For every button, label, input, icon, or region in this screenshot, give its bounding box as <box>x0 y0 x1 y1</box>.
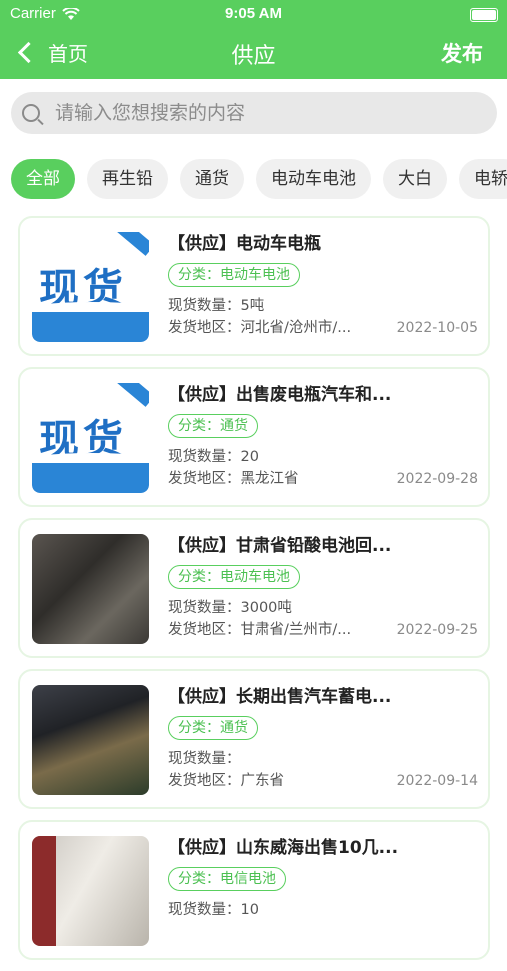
category-tag-prefix: 分类： <box>178 267 220 283</box>
category-tag: 分类：电动车电池 <box>168 263 300 287</box>
listing-info: 【供应】甘肃省铅酸电池回... 分类：电动车电池 现货数量：3000吨 发货地区… <box>168 534 478 641</box>
listing-list: 现货 【供应】电动车电瓶 分类：电动车电池 现货数量：5吨 发货地区：河北省/沧… <box>18 216 490 971</box>
region-value: 甘肃省/兰州市/... <box>240 622 352 638</box>
category-tag: 分类：电信电池 <box>168 867 286 891</box>
region-value: 河北省/沧州市/... <box>240 320 352 336</box>
quantity-value: 3000吨 <box>240 600 292 616</box>
listing-photo <box>32 836 149 946</box>
region-row: 发货地区：广东省 2022-09-14 <box>168 770 478 792</box>
listing-photo <box>32 685 149 795</box>
search-input[interactable] <box>53 101 477 125</box>
listing-title: 【供应】电动车电瓶 <box>168 234 321 254</box>
category-tag: 分类：通货 <box>168 716 258 740</box>
quantity-value: 10 <box>240 902 259 918</box>
nav-bar: 首页 供应 发布 <box>0 36 507 69</box>
page-title: 供应 <box>231 44 276 69</box>
quantity-label: 现货数量： <box>168 902 241 918</box>
region-label: 发货地区： <box>168 471 241 487</box>
region-label: 发货地区： <box>168 622 241 638</box>
quantity-row: 现货数量：20 <box>168 446 478 468</box>
listing-card[interactable]: 【供应】甘肃省铅酸电池回... 分类：电动车电池 现货数量：3000吨 发货地区… <box>18 518 490 658</box>
listing-info: 【供应】长期出售汽车蓄电... 分类：通货 现货数量： 发货地区：广东省 2022… <box>168 685 478 792</box>
clock: 9:05 AM <box>225 5 282 22</box>
battery-icon <box>470 8 498 22</box>
thumbnail-ribbon <box>113 383 149 407</box>
region-value: 黑龙江省 <box>240 471 299 487</box>
thumbnail-swoosh <box>32 463 149 493</box>
category-chip-general-goods[interactable]: 通货 <box>180 159 244 199</box>
category-tag-value: 电动车电池 <box>220 267 290 283</box>
listing-date: 2022-10-05 <box>396 320 478 336</box>
category-tag-value: 通货 <box>220 720 248 736</box>
listing-info: 【供应】山东威海出售10几... 分类：电信电池 现货数量：10 <box>168 836 478 921</box>
app-header: Carrier 9:05 AM 首页 供应 发布 <box>0 0 507 79</box>
quantity-value: 20 <box>240 449 259 465</box>
listing-thumbnail: 现货 <box>32 232 149 342</box>
category-tag-value: 通货 <box>220 418 248 434</box>
quantity-label: 现货数量： <box>168 751 241 767</box>
listing-date: 2022-09-25 <box>396 622 478 638</box>
status-bar: Carrier 9:05 AM <box>0 5 507 25</box>
search-icon <box>22 104 40 122</box>
search-bar <box>11 92 497 134</box>
region-label: 发货地区： <box>168 320 241 336</box>
quantity-row: 现货数量：5吨 <box>168 295 478 317</box>
publish-button[interactable]: 发布 <box>441 38 483 68</box>
category-chip-recycled-lead[interactable]: 再生铅 <box>87 159 168 199</box>
category-tag-prefix: 分类： <box>178 720 220 736</box>
quantity-label: 现货数量： <box>168 600 241 616</box>
quantity-row: 现货数量：3000吨 <box>168 597 478 619</box>
category-tabs: 全部 再生铅 通货 电动车电池 大白 电轿 <box>11 159 507 201</box>
category-chip-partial[interactable]: 电轿 <box>459 159 507 199</box>
region-label: 发货地区： <box>168 773 241 789</box>
category-tag: 分类：电动车电池 <box>168 565 300 589</box>
listing-info: 【供应】电动车电瓶 分类：电动车电池 现货数量：5吨 发货地区：河北省/沧州市/… <box>168 232 478 339</box>
category-chip-all[interactable]: 全部 <box>11 159 75 199</box>
region-row: 发货地区：河北省/沧州市/... 2022-10-05 <box>168 317 478 339</box>
category-tag-value: 电动车电池 <box>220 569 290 585</box>
category-tag-prefix: 分类： <box>178 569 220 585</box>
category-tag-prefix: 分类： <box>178 418 220 434</box>
category-tag: 分类：通货 <box>168 414 258 438</box>
listing-date: 2022-09-14 <box>396 773 478 789</box>
listing-card[interactable]: 现货 【供应】电动车电瓶 分类：电动车电池 现货数量：5吨 发货地区：河北省/沧… <box>18 216 490 356</box>
listing-thumbnail: 现货 <box>32 383 149 493</box>
listing-card[interactable]: 【供应】长期出售汽车蓄电... 分类：通货 现货数量： 发货地区：广东省 2022… <box>18 669 490 809</box>
quantity-label: 现货数量： <box>168 449 241 465</box>
thumbnail-ribbon <box>113 232 149 256</box>
category-tag-prefix: 分类： <box>178 871 220 887</box>
listing-title: 【供应】出售废电瓶汽车和... <box>168 385 392 405</box>
quantity-row: 现货数量： <box>168 748 478 770</box>
photo-band <box>32 836 56 946</box>
quantity-row: 现货数量：10 <box>168 899 478 921</box>
category-chip-dabai[interactable]: 大白 <box>383 159 447 199</box>
region-row: 发货地区：甘肃省/兰州市/... 2022-09-25 <box>168 619 478 641</box>
category-chip-ev-battery[interactable]: 电动车电池 <box>256 159 371 199</box>
quantity-label: 现货数量： <box>168 298 241 314</box>
region-row: 发货地区：黑龙江省 2022-09-28 <box>168 468 478 490</box>
listing-card[interactable]: 现货 【供应】出售废电瓶汽车和... 分类：通货 现货数量：20 发货地区：黑龙… <box>18 367 490 507</box>
listing-title: 【供应】长期出售汽车蓄电... <box>168 687 392 707</box>
listing-card[interactable]: 【供应】山东威海出售10几... 分类：电信电池 现货数量：10 <box>18 820 490 960</box>
listing-date: 2022-09-28 <box>396 471 478 487</box>
listing-info: 【供应】出售废电瓶汽车和... 分类：通货 现货数量：20 发货地区：黑龙江省 2… <box>168 383 478 490</box>
listing-title: 【供应】山东威海出售10几... <box>168 838 399 858</box>
category-tag-value: 电信电池 <box>220 871 276 887</box>
listing-title: 【供应】甘肃省铅酸电池回... <box>168 536 392 556</box>
listing-photo <box>32 534 149 644</box>
thumbnail-swoosh <box>32 312 149 342</box>
quantity-value: 5吨 <box>240 298 265 314</box>
region-value: 广东省 <box>240 773 285 789</box>
